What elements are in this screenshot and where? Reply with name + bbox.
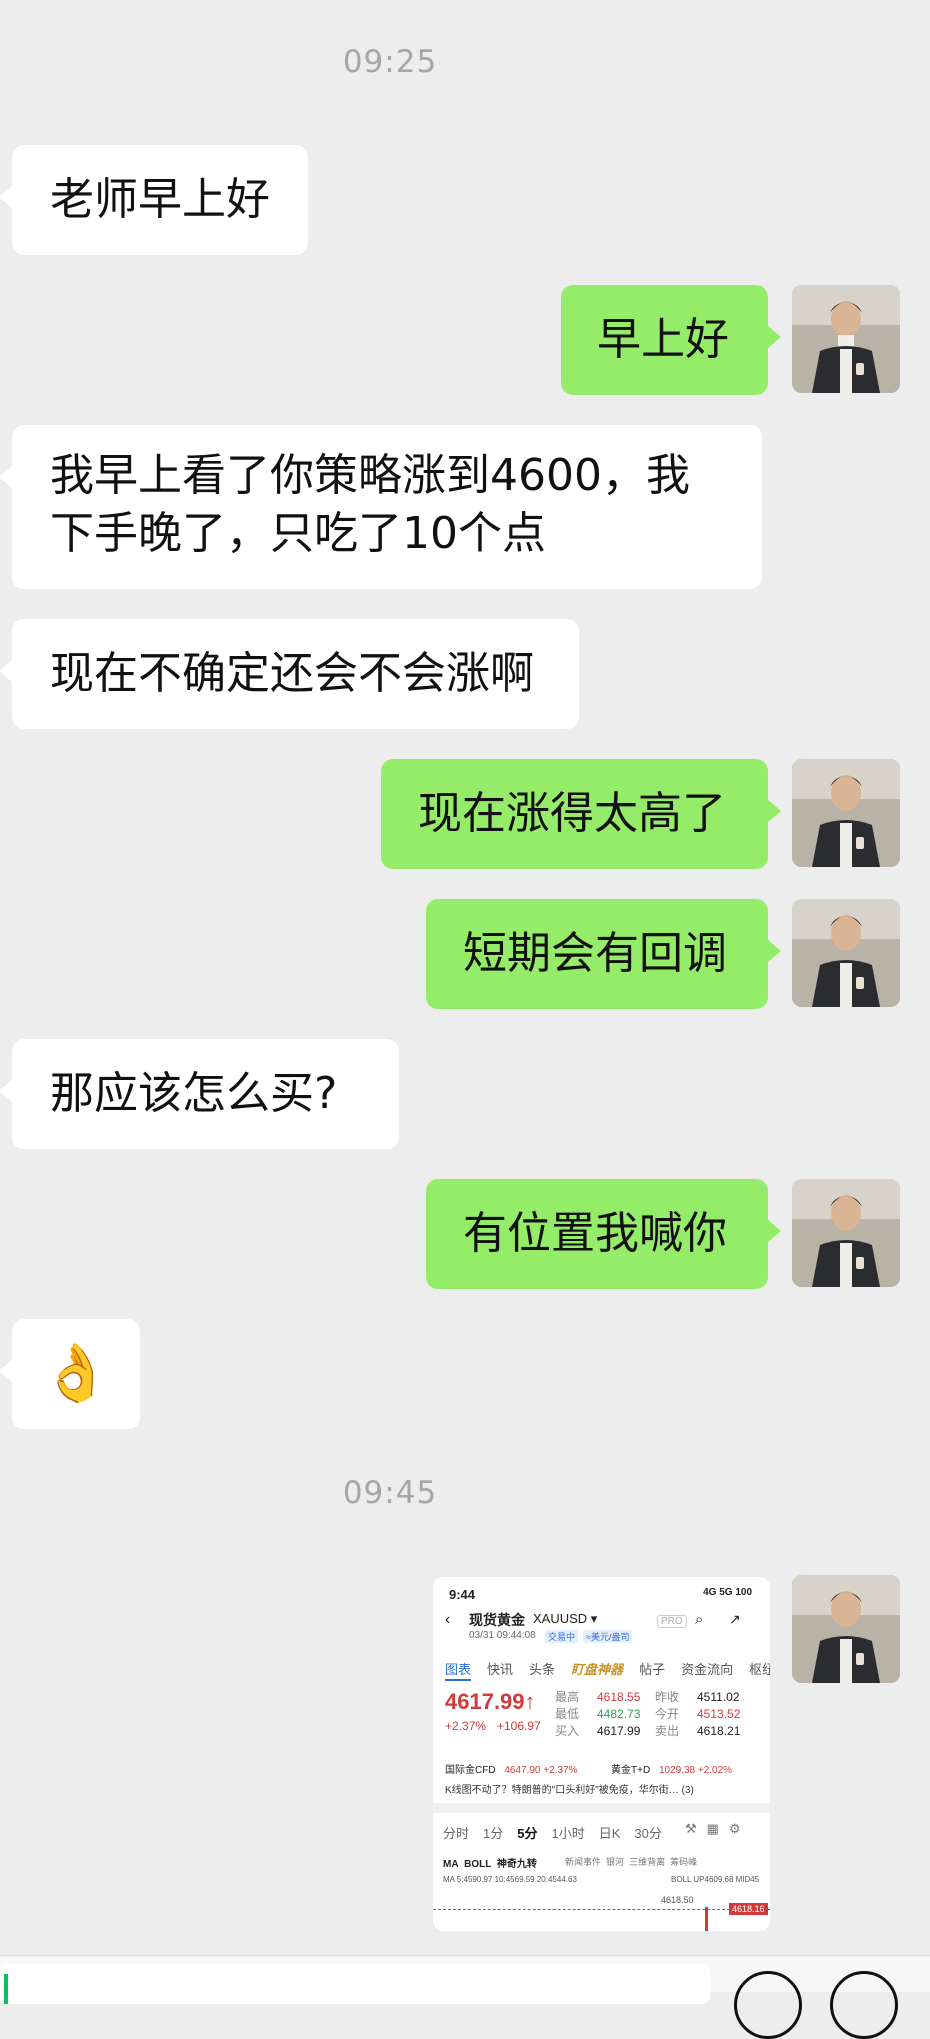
- indicator-row: MA BOLL 神奇九转: [443, 1859, 537, 1870]
- person-avatar-icon: [792, 1179, 900, 1287]
- tab-posts: 帖子: [639, 1662, 666, 1677]
- text-cursor: [4, 1974, 8, 2004]
- person-avatar-icon: [792, 759, 900, 867]
- message-bubble-incoming[interactable]: 👌: [0, 1319, 140, 1429]
- message-text: 短期会有回调: [463, 928, 727, 979]
- quote-tabs: 图表快讯头条盯盘神器帖子资金流向枢纽点: [445, 1659, 770, 1681]
- instrument-title: 现货黄金: [469, 1612, 525, 1628]
- message-text: 现在涨得太高了: [418, 788, 726, 839]
- timestamp: 09:45: [342, 1475, 438, 1511]
- unit-tag: ≈美元/盎司: [583, 1630, 633, 1643]
- change-percent: +2.37%: [445, 1719, 487, 1733]
- level-label: 4618.50: [661, 1895, 694, 1905]
- avatar[interactable]: [792, 1179, 900, 1287]
- ok-hand-emoji-icon: 👌: [41, 1341, 111, 1406]
- person-avatar-icon: [792, 285, 900, 393]
- boll-readout: BOLL UP4609.68 MID45: [671, 1875, 760, 1884]
- emoji-button[interactable]: [734, 1971, 802, 2039]
- message-bubble-outgoing[interactable]: 现在涨得太高了: [381, 759, 781, 869]
- avatar[interactable]: [792, 759, 900, 867]
- message-text-line: 下手晚了，只吃了10个点: [50, 508, 546, 559]
- avatar[interactable]: [792, 899, 900, 1007]
- tab-capital-flow: 资金流向: [681, 1662, 734, 1677]
- avatar[interactable]: [792, 285, 900, 393]
- message-bubble-outgoing[interactable]: 有位置我喊你: [426, 1179, 781, 1289]
- more-button[interactable]: [830, 1971, 898, 2039]
- chart-tools-icons: ⚒▦⚙: [685, 1821, 751, 1836]
- person-avatar-icon: [792, 1575, 900, 1683]
- trading-status-tag: 交易中: [545, 1630, 579, 1643]
- ma-readout: MA 5:4590.97 10:4569.59 20:4544.63: [443, 1875, 577, 1884]
- message-text: 有位置我喊你: [463, 1208, 727, 1259]
- input-bar: [0, 1955, 930, 2039]
- message-bubble-incoming[interactable]: 那应该怎么买?: [0, 1039, 399, 1149]
- instrument-symbol: XAUUSD ▾: [533, 1611, 598, 1626]
- search-icon: ⌕: [695, 1611, 704, 1628]
- message-text: 那应该怎么买?: [50, 1068, 338, 1119]
- message-text: 早上好: [597, 314, 729, 365]
- tab-headline: 头条: [529, 1662, 556, 1677]
- message-text: 老师早上好: [50, 174, 270, 225]
- timeframe-selector: 分时 1分 5分 1小时 日K 30分: [443, 1826, 662, 1841]
- timestamp: 09:25: [342, 44, 438, 80]
- indicator-row-right: 新闻事件 银河 三维背离 筹码峰: [565, 1857, 698, 1867]
- message-bubble-incoming[interactable]: 老师早上好: [0, 145, 308, 255]
- price-tag: 4618.16: [729, 1903, 768, 1915]
- tab-watch: 盯盘神器: [571, 1662, 624, 1677]
- pro-badge: PRO: [657, 1615, 687, 1628]
- message-bubble-incoming[interactable]: 现在不确定还会不会涨啊: [0, 619, 579, 729]
- message-text: 现在不确定还会不会涨啊: [50, 648, 534, 699]
- back-icon: ‹: [445, 1611, 451, 1628]
- status-time: 9:44: [449, 1587, 476, 1602]
- related-left: 国际金CFD 4647.90 +2.37%: [445, 1765, 578, 1776]
- chat-area: 09:25 老师早上好 早上好 我早上看了你策略涨到4600，我 下手晚了，只吃…: [0, 0, 930, 1991]
- news-ticker: K线图不动了？特朗普的"口头利好"被免疫，华尔街… (3): [445, 1785, 694, 1796]
- tab-pivot: 枢纽点: [749, 1662, 770, 1677]
- message-text-line: 我早上看了你策略涨到4600，我: [50, 450, 690, 501]
- share-icon: ↗: [729, 1611, 741, 1627]
- related-right: 黄金T+D 1029.38 +2.02%: [611, 1765, 733, 1776]
- message-bubble-outgoing[interactable]: 早上好: [561, 285, 781, 395]
- message-bubble-incoming[interactable]: 我早上看了你策略涨到4600，我 下手晚了，只吃了10个点: [0, 425, 762, 589]
- change-absolute: +106.97: [497, 1719, 541, 1733]
- message-bubble-outgoing[interactable]: 短期会有回调: [426, 899, 781, 1009]
- status-icons: 4G 5G 100: [703, 1587, 752, 1598]
- tab-chart: 图表: [445, 1662, 472, 1681]
- tab-flash: 快讯: [487, 1662, 514, 1677]
- message-input[interactable]: [0, 1964, 710, 2004]
- image-message[interactable]: 9:44 4G 5G 100 ‹ 现货黄金 XAUUSD ▾ 03/31 09:…: [433, 1577, 770, 1931]
- quote-stats: 最高 4618.55 昨收 4511.02 最低 4482.73 今开 4513.52 买入…: [555, 1690, 741, 1738]
- current-price: 4617.99↑: [445, 1689, 536, 1714]
- person-avatar-icon: [792, 899, 900, 1007]
- quote-datetime: 03/31 09:44:08: [469, 1630, 536, 1641]
- avatar[interactable]: [792, 1575, 900, 1683]
